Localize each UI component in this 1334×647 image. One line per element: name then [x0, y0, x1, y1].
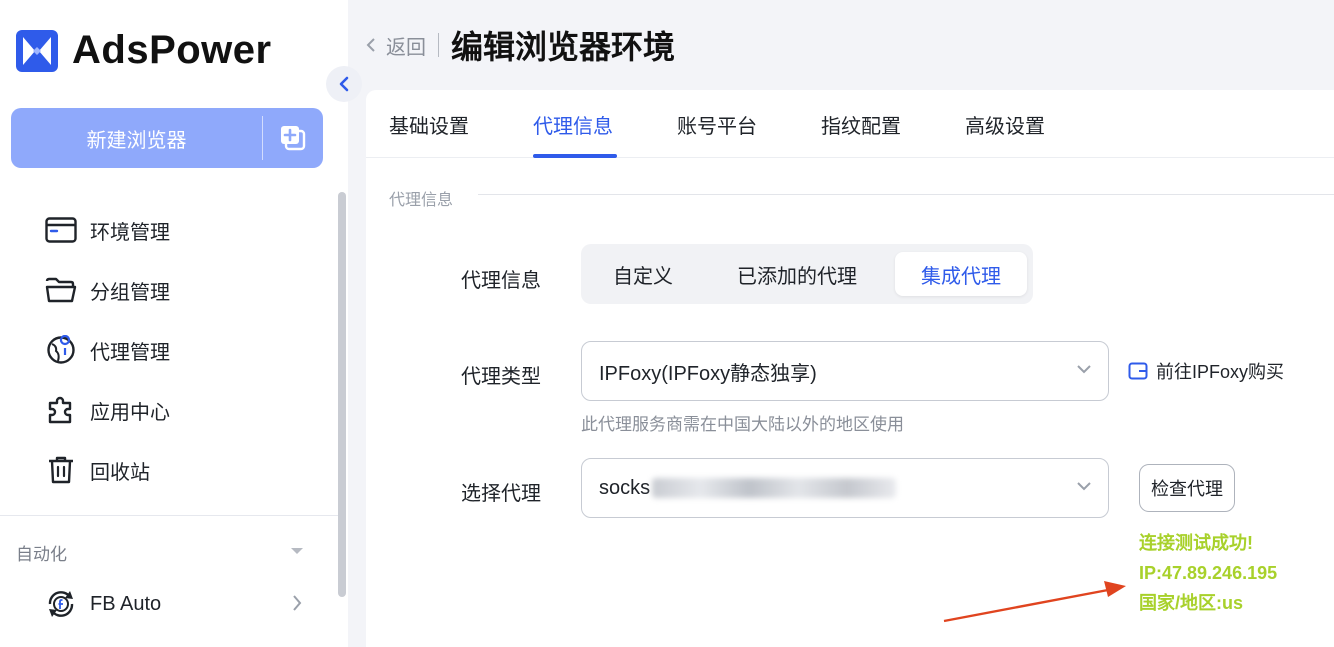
segment-integrated-proxy[interactable]: 集成代理: [895, 252, 1027, 296]
chevron-right-icon[interactable]: [292, 594, 302, 612]
buy-ipfoxy-link[interactable]: 前往IPFoxy购买: [1128, 358, 1284, 384]
puzzle-icon: [44, 393, 78, 427]
sidebar-item-label: 代理管理: [90, 341, 170, 364]
collapse-sidebar-button[interactable]: [326, 66, 362, 102]
batch-add-button[interactable]: [263, 108, 323, 168]
header-separator: [438, 33, 439, 57]
globe-pin-icon: [44, 333, 78, 367]
result-country: 国家/地区:us: [1139, 593, 1244, 613]
select-proxy-select[interactable]: socks: [581, 458, 1109, 518]
select-proxy-label: 选择代理: [461, 483, 541, 505]
tab-bar: 基础设置 代理信息 账号平台 指纹配置 高级设置: [366, 90, 1334, 158]
sidebar-nav: 环境管理 分组管理 代理管理 应用中心 回收站: [0, 200, 340, 500]
proxy-check-result: 连接测试成功! IP:47.89.246.195 国家/地区:us: [1139, 528, 1277, 618]
sidebar-scrollbar[interactable]: [338, 192, 346, 597]
proxy-type-select[interactable]: IPFoxy(IPFoxy静态独享): [581, 341, 1109, 401]
result-ip: IP:47.89.246.195: [1139, 563, 1278, 583]
sidebar-item-label: 应用中心: [90, 401, 170, 424]
caret-down-icon[interactable]: [290, 546, 304, 556]
main-panel: 基础设置 代理信息 账号平台 指纹配置 高级设置 代理信息 代理信息 自定义 已…: [366, 90, 1334, 647]
sidebar-item-label: FB Auto: [90, 592, 162, 615]
add-multiple-icon: [281, 126, 306, 151]
facebook-sync-icon: [44, 587, 78, 621]
tab-fingerprint[interactable]: 指纹配置: [821, 110, 901, 139]
brand-name: AdsPower: [72, 28, 272, 72]
sidebar-item-groups[interactable]: 分组管理: [0, 260, 340, 320]
proxy-type-label: 代理类型: [461, 366, 541, 388]
sidebar-item-fb-auto[interactable]: FB Auto: [44, 584, 161, 624]
back-label: 返回: [386, 36, 426, 59]
sidebar-item-apps[interactable]: 应用中心: [0, 380, 340, 440]
new-browser-button-group: 新建浏览器: [11, 108, 323, 168]
page-header: 返回 编辑浏览器环境: [366, 22, 675, 68]
proxy-source-segmented: 自定义 已添加的代理 集成代理: [581, 244, 1033, 304]
adspower-logo-icon: [16, 29, 58, 72]
proxy-info-label: 代理信息: [461, 270, 541, 292]
result-status: 连接测试成功!: [1139, 533, 1253, 553]
sidebar-divider: [0, 515, 340, 516]
sidebar-item-label: 回收站: [90, 461, 150, 484]
active-tab-indicator: [533, 154, 617, 158]
redacted-proxy-address: [652, 478, 897, 498]
browser-window-icon: [44, 213, 78, 247]
chevron-down-icon: [1077, 365, 1091, 374]
new-browser-button[interactable]: 新建浏览器: [11, 108, 262, 168]
folder-icon: [44, 273, 78, 307]
back-button[interactable]: 返回: [366, 31, 426, 60]
chevron-left-icon: [366, 38, 375, 52]
sidebar-item-trash[interactable]: 回收站: [0, 440, 340, 500]
sidebar-section-title: 自动化: [16, 545, 67, 564]
page-title: 编辑浏览器环境: [451, 29, 676, 65]
chevron-left-icon: [339, 76, 349, 92]
sidebar-item-label: 环境管理: [90, 221, 170, 244]
section-divider: [478, 194, 1334, 195]
proxy-type-value: IPFoxy(IPFoxy静态独享): [599, 362, 817, 385]
segment-added-proxy[interactable]: 已添加的代理: [705, 252, 889, 296]
tab-proxy-info[interactable]: 代理信息: [533, 110, 613, 139]
sidebar-item-proxies[interactable]: 代理管理: [0, 320, 340, 380]
segment-custom[interactable]: 自定义: [589, 252, 697, 296]
buy-link-label: 前往IPFoxy购买: [1156, 362, 1285, 382]
tab-advanced-settings[interactable]: 高级设置: [965, 110, 1045, 139]
tab-basic-settings[interactable]: 基础设置: [389, 110, 469, 139]
external-link-icon: [1128, 362, 1148, 380]
sidebar: AdsPower 新建浏览器 环境管理 分组管理 代理管理 应用中心 回收站 自…: [0, 0, 348, 647]
selected-proxy-value: socks: [599, 476, 651, 499]
chevron-down-icon: [1077, 482, 1091, 491]
brand-logo: AdsPower: [16, 28, 272, 73]
tab-account-platform[interactable]: 账号平台: [677, 110, 757, 139]
section-label: 代理信息: [389, 192, 454, 209]
trash-icon: [44, 453, 78, 487]
proxy-type-hint: 此代理服务商需在中国大陆以外的地区使用: [581, 415, 904, 434]
annotation-arrow: [943, 581, 1126, 623]
check-proxy-button[interactable]: 检查代理: [1139, 464, 1235, 512]
sidebar-item-environments[interactable]: 环境管理: [0, 200, 340, 260]
sidebar-item-label: 分组管理: [90, 281, 170, 304]
